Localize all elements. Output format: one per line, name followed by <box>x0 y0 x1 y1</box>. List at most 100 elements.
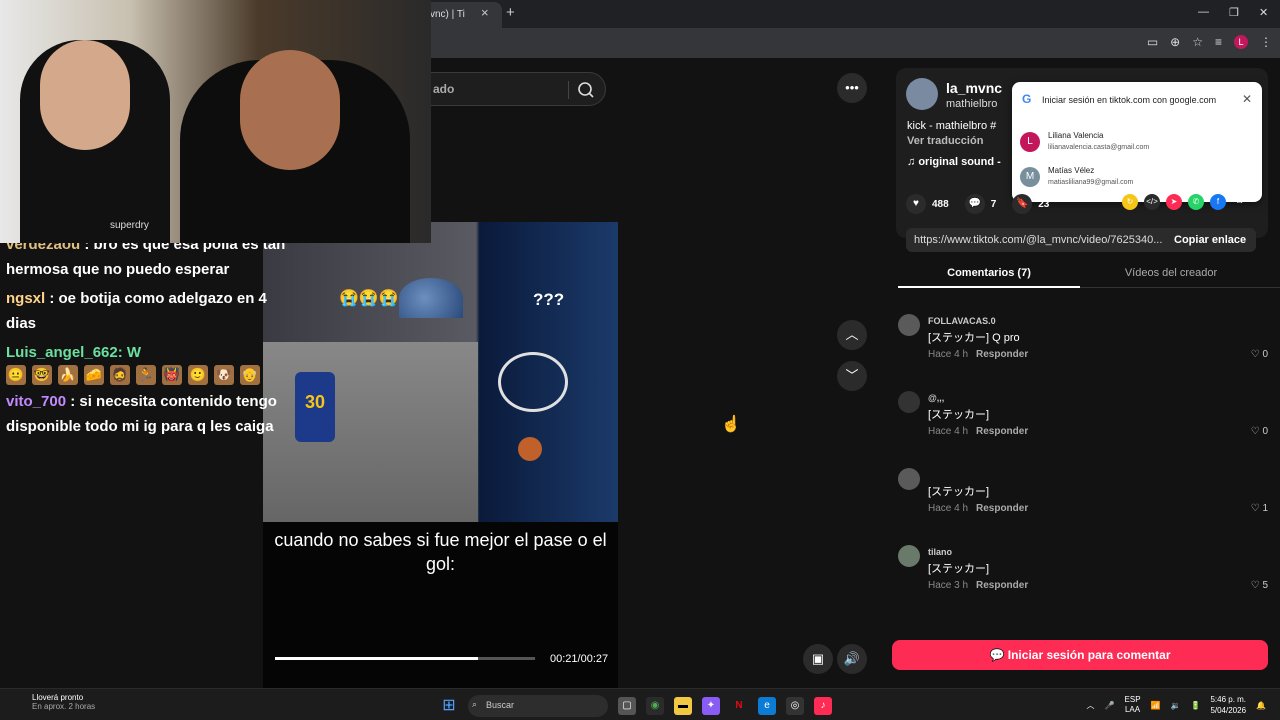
chat-message: ngsxl : oe botija como adelgazo en 4 dia… <box>0 286 300 336</box>
account-avatar: L <box>1020 132 1040 152</box>
hand-cursor-icon: ☝ <box>721 416 741 433</box>
login-label: Iniciar sesión para comentar <box>1007 648 1171 662</box>
share-arrow-icon[interactable]: ➦ <box>1232 194 1248 210</box>
chat-message: vito_700 : si necesita contenido tengo d… <box>0 389 300 439</box>
chevron-up-icon[interactable]: ︿ <box>837 320 867 350</box>
comment-text: [ステッカー] Q pro <box>928 332 1020 344</box>
author-avatar[interactable] <box>906 78 938 110</box>
chat-text: : W <box>117 344 142 361</box>
chrome-icon[interactable]: ◉ <box>646 697 664 715</box>
emote-icon: 🙂 <box>188 365 208 385</box>
restore-button[interactable]: ❐ <box>1229 6 1239 19</box>
pip-icon[interactable]: ▣ <box>803 644 833 674</box>
tab-close-icon[interactable]: × <box>481 5 489 20</box>
search-box[interactable]: ado <box>412 72 606 106</box>
profile-avatar[interactable]: L <box>1234 35 1248 49</box>
wifi-icon[interactable]: 📶 <box>1151 701 1161 710</box>
video-link-box[interactable]: https://www.tiktok.com/@la_mvnc/video/76… <box>906 228 1256 252</box>
google-account[interactable]: L Liliana Valencia lilianavalencia.casta… <box>1020 130 1254 160</box>
tiktok-icon[interactable]: ♪ <box>814 697 832 715</box>
language-indicator[interactable]: ESP LAA <box>1125 695 1141 715</box>
microphone-icon[interactable]: 🎤 <box>1105 701 1115 710</box>
search-divider <box>568 81 569 99</box>
clock[interactable]: 5:46 p. m. 5/04/2026 <box>1210 694 1246 716</box>
netflix-icon[interactable]: N <box>730 697 748 715</box>
copilot-icon[interactable]: ✦ <box>702 697 720 715</box>
taskbar-search-label: Buscar <box>486 700 515 710</box>
tray-chevron-icon[interactable]: ︿ <box>1087 700 1095 711</box>
author-nickname: mathielbro <box>946 98 998 110</box>
popup-close-icon[interactable]: ✕ <box>1242 92 1252 106</box>
video-progress-bar[interactable] <box>275 657 535 660</box>
toolbar-icons: ▭ ⊕ ☆ ≡ L ⋮ <box>1147 35 1272 49</box>
comment-avatar[interactable] <box>898 468 920 490</box>
comment-user[interactable]: @,,, <box>928 393 944 403</box>
chevron-down-icon[interactable]: ﹀ <box>837 361 867 391</box>
comment-avatar[interactable] <box>898 391 920 413</box>
account-avatar: M <box>1020 167 1040 187</box>
reply-button[interactable]: Responder <box>976 349 1028 360</box>
comment-avatar[interactable] <box>898 545 920 567</box>
cast-icon[interactable]: ▭ <box>1147 35 1158 49</box>
speaker-icon[interactable]: 🔉 <box>1171 701 1181 710</box>
comment-user[interactable]: tilano <box>928 547 952 557</box>
comment-user[interactable]: FOLLAVACAS.0 <box>928 316 996 326</box>
taskbar-search[interactable]: ⌕ Buscar <box>468 695 608 717</box>
windows-start-icon[interactable]: ⊞ <box>440 697 458 715</box>
embed-icon[interactable]: </> <box>1144 194 1160 210</box>
facebook-icon[interactable]: f <box>1210 194 1226 210</box>
volume-icon[interactable]: 🔊 <box>837 644 867 674</box>
translate-link[interactable]: Ver traducción <box>907 135 983 147</box>
comment-like[interactable]: ♡ 5 <box>1251 580 1268 591</box>
battery-icon[interactable]: 🔋 <box>1190 701 1200 710</box>
google-account[interactable]: M Matías Vélez matiasliliana99@gmail.com <box>1020 165 1254 195</box>
comment-like[interactable]: ♡ 1 <box>1251 503 1268 514</box>
weather-widget[interactable]: Lloverá pronto En aprox. 2 horas <box>10 693 95 711</box>
sound-link[interactable]: ♫ original sound - <box>907 156 1001 168</box>
video-url: https://www.tiktok.com/@la_mvnc/video/76… <box>914 234 1163 246</box>
close-window-button[interactable]: ✕ <box>1259 6 1268 19</box>
whatsapp-icon[interactable]: ✆ <box>1188 194 1204 210</box>
comment-like[interactable]: ♡ 0 <box>1251 349 1268 360</box>
heart-icon[interactable]: ♥ <box>906 194 926 214</box>
tab-creator-videos[interactable]: Vídeos del creador <box>1080 262 1262 288</box>
file-explorer-icon[interactable]: ▬ <box>674 697 692 715</box>
comment-item: [ステッカー] Hace 4 h Responder ♡ 1 <box>898 468 1268 528</box>
emote-icon: 🧀 <box>84 365 104 385</box>
emote-icon: 😐 <box>6 365 26 385</box>
repost-icon[interactable]: ↻ <box>1122 194 1138 210</box>
send-icon[interactable]: ➤ <box>1166 194 1182 210</box>
minimize-button[interactable]: — <box>1198 6 1209 18</box>
comment-like-count: 1 <box>1262 503 1268 514</box>
search-input[interactable]: ado <box>433 82 454 96</box>
task-view-icon[interactable]: ▢ <box>618 697 636 715</box>
comment-like[interactable]: ♡ 0 <box>1251 426 1268 437</box>
chat-user: Luis_angel_662 <box>6 344 118 361</box>
menu-icon[interactable]: ⋮ <box>1260 35 1272 49</box>
bookmark-icon[interactable]: 🔖 <box>1012 194 1033 214</box>
notification-bell-icon[interactable]: 🔔 <box>1256 701 1266 710</box>
browser-tab[interactable]: vnc) | Ti <box>420 2 502 28</box>
copy-link-button[interactable]: Copiar enlace <box>1174 234 1246 246</box>
google-signin-popup: G Iniciar sesión en tiktok.com con googl… <box>1012 82 1262 202</box>
zoom-icon[interactable]: ⊕ <box>1170 35 1180 49</box>
media-icon[interactable]: ≡ <box>1215 35 1222 49</box>
reply-button[interactable]: Responder <box>976 503 1028 514</box>
edge-icon[interactable]: e <box>758 697 776 715</box>
comment-avatar[interactable] <box>898 314 920 336</box>
comment-icon[interactable]: 💬 <box>964 194 985 214</box>
emote-icon: 🏃 <box>136 365 156 385</box>
comment-text: [ステッカー] <box>928 486 990 498</box>
login-to-comment-button[interactable]: 💬 Iniciar sesión para comentar <box>892 640 1268 670</box>
reply-button[interactable]: Responder <box>976 426 1028 437</box>
more-options-icon[interactable]: ••• <box>837 73 867 103</box>
discord-icon[interactable]: ◎ <box>786 697 804 715</box>
new-tab-button[interactable]: + <box>506 4 515 21</box>
bookmark-star-icon[interactable]: ☆ <box>1192 35 1203 49</box>
video-player[interactable]: 😭😭😭 30 ??? cuando no sabes si fue mejor … <box>263 222 618 688</box>
tab-comments[interactable]: Comentarios (7) <box>898 262 1080 288</box>
author-name[interactable]: la_mvnc <box>946 80 1002 96</box>
search-icon[interactable] <box>576 80 596 100</box>
chat-user: vito_700 <box>6 393 67 410</box>
reply-button[interactable]: Responder <box>976 580 1028 591</box>
